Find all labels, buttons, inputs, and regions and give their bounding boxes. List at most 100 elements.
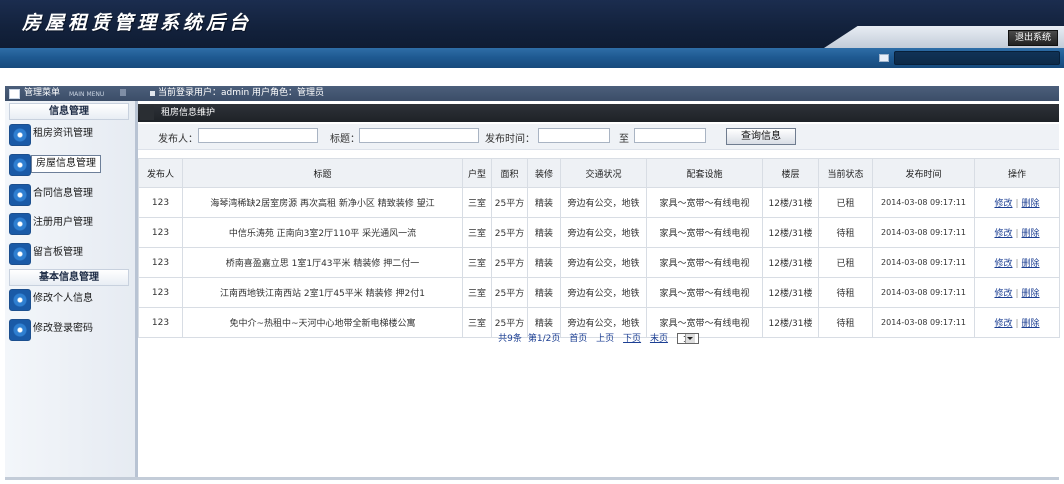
sidebar-item-users[interactable]: 注册用户管理: [9, 212, 133, 235]
table-header-cell: 楼层: [762, 158, 819, 188]
gear-icon: [9, 319, 31, 341]
row-actions: 修改 | 删除: [974, 277, 1060, 308]
search-bar: 发布人： 标题： 发布时间： 至 查询信息: [138, 124, 1059, 150]
table-cell: 12楼/31楼: [762, 247, 819, 278]
strip-status-bar: [894, 51, 1060, 65]
pager-first-link[interactable]: 首页: [569, 334, 587, 344]
table-cell: 精装: [527, 247, 561, 278]
pager-last-link[interactable]: 末页: [650, 334, 668, 344]
title-input[interactable]: [359, 128, 479, 143]
pager-prev-link[interactable]: 上页: [596, 334, 614, 344]
gear-icon: [9, 124, 31, 146]
pager-next-link[interactable]: 下页: [623, 334, 641, 344]
edit-link[interactable]: 修改: [994, 199, 1012, 209]
end-date-input[interactable]: [634, 128, 706, 143]
table-header-cell: 标题: [182, 158, 463, 188]
action-separator: |: [1015, 319, 1019, 329]
page-select[interactable]: 1: [676, 333, 699, 344]
table-cell: 待租: [818, 277, 873, 308]
table-header-cell: 配套设施: [646, 158, 763, 188]
table-cell: 12楼/31楼: [762, 277, 819, 308]
to-label: 至: [619, 134, 629, 145]
sidebar-item-label: 修改个人信息: [33, 293, 93, 304]
table-cell: 12楼/31楼: [762, 187, 819, 218]
menu-title: 管理菜单: [24, 88, 61, 98]
publisher-input[interactable]: [198, 128, 318, 143]
table-cell: 已租: [818, 247, 873, 278]
delete-link[interactable]: 删除: [1022, 319, 1040, 329]
table-header-cell: 当前状态: [818, 158, 873, 188]
pager-page-info: 第1/2页: [527, 334, 561, 344]
table-cell: 已租: [818, 187, 873, 218]
menu-title-en: MAIN MENU: [69, 91, 105, 98]
delete-link[interactable]: 删除: [1022, 259, 1040, 269]
bottom-edge: [5, 477, 1059, 480]
sidebar-item-guestbook[interactable]: 留言板管理: [9, 242, 133, 265]
sidebar-item-label: 房屋信息管理: [31, 155, 101, 173]
table-row: 123 海琴湾稀缺2居室房源 再次高租 新净小区 精致装修 望江 三室 25平方 精装旁…: [138, 187, 1060, 218]
collapse-icon[interactable]: [120, 89, 126, 96]
action-separator: |: [1015, 289, 1019, 299]
edit-link[interactable]: 修改: [994, 319, 1012, 329]
sidebar-item-house-info[interactable]: 房屋信息管理: [9, 153, 133, 176]
monitor-icon: [879, 54, 889, 62]
sidebar-group-basic[interactable]: 基本信息管理: [9, 269, 129, 286]
edit-link[interactable]: 修改: [994, 229, 1012, 239]
sidebar-item-label: 租房资讯管理: [33, 128, 93, 139]
section-header: 租房信息维护: [138, 104, 1059, 122]
table-cell: 中信乐涛苑 正南向3室2厅110平 采光通风一流: [182, 217, 463, 248]
table-cell: 25平方: [491, 187, 528, 218]
sidebar-item-rental-news[interactable]: 租房资讯管理: [9, 123, 133, 146]
chevron-down-icon: [684, 334, 695, 343]
table-cell: 25平方: [491, 277, 528, 308]
edit-link[interactable]: 修改: [994, 289, 1012, 299]
sidebar-item-password[interactable]: 修改登录密码: [9, 318, 133, 341]
delete-link[interactable]: 删除: [1022, 199, 1040, 209]
edit-link[interactable]: 修改: [994, 259, 1012, 269]
sidebar-item-label: 合同信息管理: [33, 188, 93, 199]
delete-link[interactable]: 删除: [1022, 289, 1040, 299]
table-cell: 三室: [462, 187, 492, 218]
table-cell: 123: [138, 247, 183, 278]
table-cell: 2014-03-08 09:17:11: [872, 247, 975, 278]
table-row: 123 江南西地铁江南西站 2室1厅45平米 精装修 押2付1 三室 25平方 精装 旁边…: [138, 277, 1060, 308]
table-cell: 旁边有公交，地铁: [560, 217, 647, 248]
section-title: 租房信息维护: [161, 108, 216, 118]
action-separator: |: [1015, 199, 1019, 209]
action-separator: |: [1015, 259, 1019, 269]
sidebar-item-contract[interactable]: 合同信息管理: [9, 183, 133, 206]
table-cell: 三室: [462, 247, 492, 278]
start-date-input[interactable]: [538, 128, 610, 143]
table-cell: 家具～宽带～有线电视: [646, 217, 763, 248]
gear-icon: [9, 213, 31, 235]
menu-icon: [9, 89, 20, 99]
query-button[interactable]: 查询信息: [726, 128, 796, 145]
table-cell: 123: [138, 277, 183, 308]
sidebar-group-info[interactable]: 信息管理: [9, 103, 129, 120]
table-row: 123 中信乐涛苑 正南向3室2厅110平 采光通风一流 三室 25平方 精装 旁边有公交…: [138, 217, 1060, 248]
table-cell: 旁边有公交，地铁: [560, 247, 647, 278]
gear-icon: [9, 184, 31, 206]
publish-time-label: 发布时间：: [485, 134, 535, 145]
table-cell: 家具～宽带～有线电视: [646, 187, 763, 218]
table-cell: 25平方: [491, 217, 528, 248]
sidebar-item-profile[interactable]: 修改个人信息: [9, 288, 133, 311]
gear-icon: [9, 243, 31, 265]
listings-table: 发布人 标题 户型 面积 装修 交通状况 配套设施 楼层 当前状态 发布时间 操作 123 海琴湾稀缺…: [138, 158, 1060, 338]
table-cell: 精装: [527, 277, 561, 308]
delete-link[interactable]: 删除: [1022, 229, 1040, 239]
row-actions: 修改 | 删除: [974, 187, 1060, 218]
table-cell: 家具～宽带～有线电视: [646, 277, 763, 308]
table-cell: 25平方: [491, 247, 528, 278]
table-cell: 2014-03-08 09:17:11: [872, 277, 975, 308]
logout-button[interactable]: 退出系统: [1007, 30, 1058, 46]
table-cell: 旁边有公交，地铁: [560, 277, 647, 308]
table-cell: 精装: [527, 217, 561, 248]
table-header-cell: 发布时间: [872, 158, 975, 188]
pager-total: 共9条: [498, 334, 522, 344]
table-cell: 江南西地铁江南西站 2室1厅45平米 精装修 押2付1: [182, 277, 463, 308]
app-window: 房屋租赁管理系统后台 退出系统 管理菜单 MAIN MENU 当前登录用户：ad…: [0, 0, 1064, 484]
table-cell: 待租: [818, 217, 873, 248]
table-cell: 2014-03-08 09:17:11: [872, 187, 975, 218]
table-cell: 旁边有公交，地铁: [560, 187, 647, 218]
